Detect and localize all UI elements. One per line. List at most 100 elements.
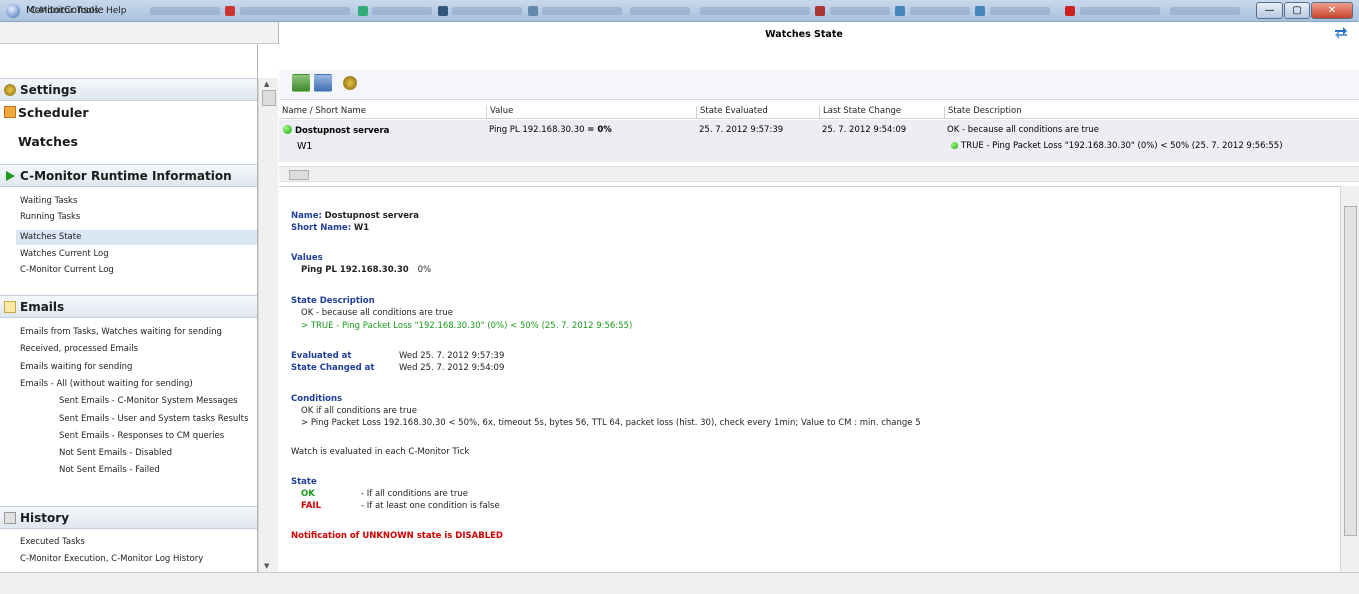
col-value[interactable]: Value bbox=[486, 106, 513, 119]
sidebar-item-emails-waiting-sending[interactable]: Emails waiting for sending bbox=[20, 362, 132, 372]
taskbar-icon bbox=[225, 6, 235, 16]
values-line-text: Ping PL 192.168.30.30 bbox=[301, 265, 409, 275]
section-emails-label: Emails bbox=[20, 300, 65, 314]
detail-short-value: W1 bbox=[353, 223, 370, 233]
col-state-description[interactable]: State Description bbox=[944, 106, 1022, 119]
sidebar-item-watches-state[interactable]: Watches State bbox=[16, 230, 257, 245]
status-ok-icon bbox=[283, 125, 292, 134]
row-desc-2-text: TRUE - Ping Packet Loss "192.168.30.30" … bbox=[961, 141, 1283, 151]
sidebar-scroll-thumb[interactable] bbox=[262, 90, 276, 106]
sidebar-item-cmonitor-current-log[interactable]: C-Monitor Current Log bbox=[20, 265, 114, 275]
changed-label: State Changed at bbox=[291, 363, 375, 373]
state-description-1: OK - because all conditions are true bbox=[301, 308, 453, 318]
col-name[interactable]: Name / Short Name bbox=[279, 106, 366, 119]
taskbar-fragment bbox=[830, 7, 890, 15]
detail-vscroll-thumb[interactable] bbox=[1344, 206, 1357, 536]
values-line: Ping PL 192.168.30.30 0% bbox=[301, 265, 431, 275]
refresh-icon[interactable] bbox=[1333, 26, 1349, 40]
sidebar-item-sent-system[interactable]: Sent Emails - C-Monitor System Messages bbox=[59, 396, 238, 406]
state-description-heading: State Description bbox=[291, 296, 375, 306]
row-name-text: Dostupnost servera bbox=[295, 126, 390, 136]
grid-header: Name / Short Name Value State Evaluated … bbox=[279, 103, 1359, 119]
state-description-2: > TRUE - Ping Packet Loss "192.168.30.30… bbox=[301, 321, 633, 331]
scroll-down-icon[interactable]: ▼ bbox=[264, 562, 269, 570]
section-emails[interactable]: Emails bbox=[0, 295, 257, 318]
sidebar-item-waiting-tasks[interactable]: Waiting Tasks bbox=[20, 196, 77, 206]
sidebar-item-not-sent-disabled[interactable]: Not Sent Emails - Disabled bbox=[59, 448, 172, 458]
row-desc-2: TRUE - Ping Packet Loss "192.168.30.30" … bbox=[951, 141, 1283, 151]
detail-name: Name: Dostupnost servera bbox=[291, 211, 419, 221]
row-value-text: Ping PL 192.168.30.30 bbox=[489, 125, 585, 135]
sidebar-item-executed-tasks[interactable]: Executed Tasks bbox=[20, 537, 85, 547]
calendar-icon bbox=[4, 106, 16, 118]
taskbar-fragment bbox=[1080, 7, 1160, 15]
notification-status: Notification of UNKNOWN state is DISABLE… bbox=[291, 531, 503, 541]
row-desc-1: OK - because all conditions are true bbox=[947, 125, 1099, 135]
taskbar-icon bbox=[895, 6, 905, 16]
taskbar-fragment bbox=[990, 7, 1050, 15]
taskbar-fragment bbox=[1170, 7, 1240, 15]
conditions-1: OK if all conditions are true bbox=[301, 406, 417, 416]
grid-hscroll-thumb[interactable] bbox=[289, 170, 309, 180]
col-state-evaluated[interactable]: State Evaluated bbox=[696, 106, 768, 119]
sidebar-item-running-tasks[interactable]: Running Tasks bbox=[20, 212, 80, 222]
values-heading: Values bbox=[291, 253, 323, 263]
detail-vertical-scrollbar[interactable] bbox=[1340, 186, 1359, 572]
section-settings[interactable]: Settings bbox=[0, 78, 257, 101]
play-icon bbox=[6, 171, 15, 181]
close-button[interactable]: ✕ bbox=[1311, 2, 1353, 19]
scroll-up-icon[interactable]: ▲ bbox=[264, 80, 269, 88]
maximize-button[interactable]: ▢ bbox=[1284, 2, 1310, 19]
taskbar-icon bbox=[975, 6, 985, 16]
sidebar-item-not-sent-failed[interactable]: Not Sent Emails - Failed bbox=[59, 465, 160, 475]
taskbar-icon bbox=[358, 6, 368, 16]
sidebar-item-sent-user[interactable]: Sent Emails - User and System tasks Resu… bbox=[59, 414, 248, 424]
sidebar-item-emails-waiting[interactable]: Emails from Tasks, Watches waiting for s… bbox=[20, 327, 222, 337]
sidebar-scrollbar[interactable]: ▲ ▼ bbox=[258, 78, 278, 572]
settings-gear-icon[interactable] bbox=[343, 76, 357, 90]
taskbar-fragment bbox=[542, 7, 622, 15]
taskbar-fragment bbox=[700, 7, 810, 15]
export-icon[interactable] bbox=[292, 74, 310, 92]
conditions-2: > Ping Packet Loss 192.168.30.30 < 50%, … bbox=[301, 418, 921, 428]
conditions-heading: Conditions bbox=[291, 394, 343, 404]
copy-icon[interactable] bbox=[314, 74, 332, 92]
state-fail: FAIL bbox=[301, 501, 321, 511]
section-settings-label: Settings bbox=[20, 83, 77, 97]
row-short-name: W1 bbox=[297, 141, 313, 152]
sidebar-item-watches[interactable]: Watches bbox=[18, 134, 78, 149]
detail-panel: Name: Dostupnost servera Short Name: W1 … bbox=[279, 186, 1340, 572]
menu-bar bbox=[0, 22, 279, 44]
section-runtime-information[interactable]: C-Monitor Runtime Information bbox=[0, 164, 257, 187]
state-ok-description: - If all conditions are true bbox=[361, 489, 468, 499]
sidebar-item-execution-history[interactable]: C-Monitor Execution, C-Monitor Log Histo… bbox=[20, 554, 203, 564]
app-icon bbox=[6, 4, 20, 18]
sidebar-item-emails-all[interactable]: Emails - All (without waiting for sendin… bbox=[20, 379, 193, 389]
table-row[interactable]: Dostupnost servera W1 Ping PL 192.168.30… bbox=[279, 120, 1359, 162]
sidebar-item-sent-responses[interactable]: Sent Emails - Responses to CM queries bbox=[59, 431, 224, 441]
state-ok: OK bbox=[301, 489, 315, 499]
section-history[interactable]: History bbox=[0, 506, 257, 529]
taskbar-icon bbox=[815, 6, 825, 16]
sidebar-item-received-emails[interactable]: Received, processed Emails bbox=[20, 344, 138, 354]
values-pct: 0% bbox=[417, 265, 432, 275]
navigation-pane: Settings Scheduler Watches C-Monitor Run… bbox=[0, 44, 258, 572]
row-name: Dostupnost servera bbox=[283, 125, 389, 136]
col-last-state-change[interactable]: Last State Change bbox=[819, 106, 901, 119]
taskbar-fragment bbox=[630, 7, 690, 15]
sidebar-item-watches-current-log[interactable]: Watches Current Log bbox=[20, 249, 109, 259]
detail-short: Short Name: W1 bbox=[291, 223, 369, 233]
grid-horizontal-scrollbar[interactable] bbox=[279, 166, 1359, 182]
state-fail-description: - If at least one condition is false bbox=[361, 501, 500, 511]
maximize-icon: ▢ bbox=[1292, 5, 1302, 16]
sidebar-item-scheduler[interactable]: Scheduler bbox=[18, 105, 89, 120]
changed-value: Wed 25. 7. 2012 9:54:09 bbox=[399, 363, 505, 373]
minimize-button[interactable]: — bbox=[1256, 2, 1283, 19]
menu-help[interactable]: Help bbox=[106, 6, 127, 16]
menu-cmonitor-tools[interactable]: C-Monitor Tools bbox=[30, 6, 99, 16]
taskbar-fragment bbox=[240, 7, 350, 15]
taskbar-icon bbox=[438, 6, 448, 16]
evaluated-label: Evaluated at bbox=[291, 351, 352, 361]
status-bar bbox=[0, 572, 1359, 594]
envelope-icon bbox=[4, 301, 16, 313]
